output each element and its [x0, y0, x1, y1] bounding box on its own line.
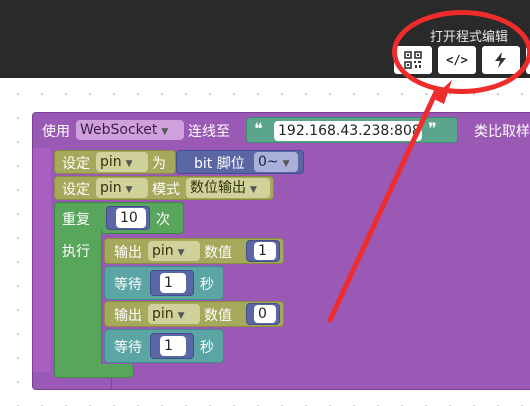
annotation-arrow: [327, 80, 452, 323]
